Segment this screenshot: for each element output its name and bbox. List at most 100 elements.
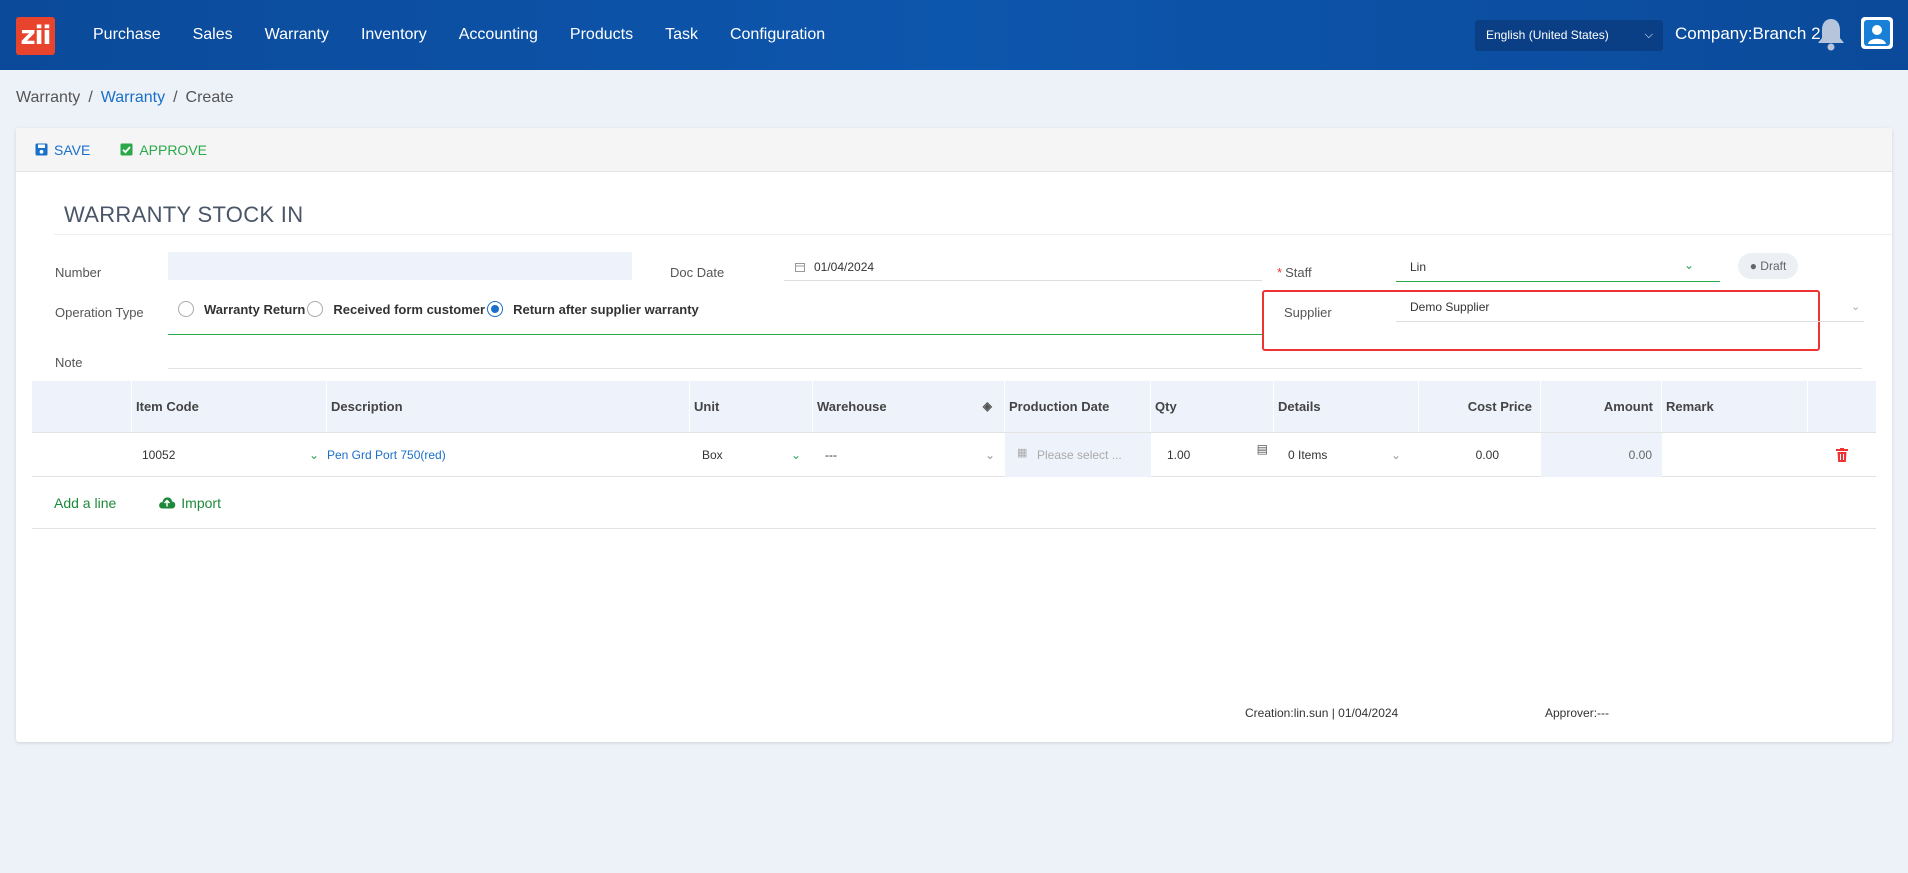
row-handle-cell: [32, 433, 132, 477]
radio-label: Warranty Return: [204, 301, 306, 317]
nav-item-task[interactable]: Task: [665, 26, 698, 44]
cost-price-cell[interactable]: 0.00: [1419, 433, 1541, 477]
bell-icon[interactable]: [1815, 16, 1847, 52]
top-navbar: zii Purchase Sales Warranty Inventory Ac…: [0, 0, 1908, 70]
chevron-down-icon[interactable]: ⌄: [309, 433, 319, 477]
unit-value: Box: [702, 447, 723, 462]
doc-date-label: Doc Date: [670, 265, 725, 280]
doc-date-underline: [784, 280, 1262, 281]
import-label: Import: [181, 494, 221, 511]
radio-label: Received form customer: [333, 301, 486, 317]
items-table: Item Code Description Unit Warehouse ◈ P…: [32, 381, 1876, 529]
chevron-down-icon[interactable]: ⌄: [985, 433, 995, 477]
radio-circle: [487, 301, 504, 317]
breadcrumb-root: Warranty: [16, 89, 81, 106]
approve-label: APPROVE: [139, 141, 208, 158]
item-code-cell[interactable]: 10052 ⌄: [132, 433, 327, 477]
save-button[interactable]: SAVE: [35, 142, 90, 158]
add-line-link[interactable]: Add a line: [54, 495, 116, 511]
creation-info: Creation:lin.sun | 01/04/2024: [1245, 706, 1399, 720]
note-label: Note: [55, 355, 83, 370]
breadcrumb-warranty-link[interactable]: Warranty: [101, 89, 165, 107]
chevron-down-icon[interactable]: ⌄: [1851, 300, 1860, 313]
delete-row-button[interactable]: [1808, 433, 1876, 477]
nav-item-configuration[interactable]: Configuration: [730, 26, 825, 44]
calendar-icon: [795, 263, 805, 272]
remark-cell[interactable]: [1662, 433, 1808, 477]
main-nav: Purchase Sales Warranty Inventory Accoun…: [93, 0, 857, 70]
calendar-icon: ▦: [1017, 446, 1028, 459]
calculator-icon[interactable]: ▤: [1257, 427, 1268, 471]
table-row: 10052 ⌄ Pen Grd Port 750(red) Box ⌄ --- …: [32, 432, 1876, 477]
radio-circle: [178, 301, 194, 317]
status-badge: ● Draft: [1738, 253, 1798, 279]
nav-item-purchase[interactable]: Purchase: [93, 26, 161, 44]
radio-received-form-customer[interactable]: Received form customer: [307, 301, 485, 317]
amount-cell: 0.00: [1541, 432, 1662, 477]
required-star: *: [1277, 265, 1283, 280]
details-cell[interactable]: 0 Items ⌄: [1274, 433, 1419, 477]
unit-cell[interactable]: Box ⌄: [690, 433, 813, 477]
col-header-warehouse-text: Warehouse: [817, 399, 887, 414]
production-date-placeholder: Please select ...: [1037, 447, 1122, 462]
approver-info: Approver:---: [1545, 706, 1610, 720]
radio-warranty-return[interactable]: Warranty Return: [178, 301, 305, 317]
title-divider: [54, 234, 1898, 235]
chevron-down-icon[interactable]: ⌄: [791, 433, 801, 477]
approve-button[interactable]: APPROVE: [120, 142, 207, 158]
cloud-upload-icon: [159, 497, 176, 509]
col-header-actions: [1808, 381, 1876, 432]
user-avatar-icon[interactable]: [1861, 17, 1893, 49]
doc-date-input[interactable]: 01/04/2024: [814, 260, 874, 274]
details-value: 0 Items: [1288, 447, 1328, 462]
page-title: WARRANTY STOCK IN: [64, 202, 304, 227]
number-input[interactable]: [168, 252, 632, 280]
language-select[interactable]: English (United States) ⌵: [1475, 20, 1663, 51]
breadcrumb: Warranty / Warranty / Create: [16, 89, 242, 107]
chevron-down-icon[interactable]: ⌄: [1684, 258, 1694, 272]
supplier-underline: [1396, 321, 1864, 322]
operation-type-underline: [168, 334, 1262, 335]
warehouse-cell[interactable]: --- ⌄: [813, 433, 1005, 477]
nav-item-inventory[interactable]: Inventory: [361, 26, 427, 44]
qty-cell[interactable]: 1.00 ▤: [1151, 433, 1274, 477]
supplier-select[interactable]: Demo Supplier: [1410, 300, 1489, 314]
nav-item-sales[interactable]: Sales: [193, 26, 233, 44]
col-header-warehouse: Warehouse ◈: [813, 381, 1005, 432]
nav-item-accounting[interactable]: Accounting: [459, 26, 538, 44]
radio-return-after-supplier-warranty[interactable]: Return after supplier warranty: [487, 301, 699, 317]
floppy-disk-icon: [35, 143, 48, 156]
chevron-down-icon[interactable]: ⌄: [1391, 433, 1401, 477]
production-date-cell[interactable]: ▦ Please select ...: [1005, 432, 1151, 477]
table-header: Item Code Description Unit Warehouse ◈ P…: [32, 381, 1876, 432]
warehouse-value: ---: [825, 447, 837, 462]
nav-item-products[interactable]: Products: [570, 26, 633, 44]
chevron-down-icon: ⌵: [1644, 29, 1653, 41]
col-header-amount: Amount: [1541, 381, 1662, 432]
fill-bucket-icon[interactable]: ◈: [983, 381, 992, 432]
radio-label: Return after supplier warranty: [513, 301, 699, 317]
number-label: Number: [55, 265, 102, 280]
operation-type-label: Operation Type: [55, 305, 144, 320]
app-logo[interactable]: zii: [16, 17, 55, 55]
col-header-production-date: Production Date: [1005, 381, 1151, 432]
note-input[interactable]: [168, 368, 1862, 369]
status-text: Draft: [1760, 259, 1787, 273]
breadcrumb-current: Create: [185, 89, 234, 106]
item-code-value: 10052: [142, 447, 176, 462]
qty-value: 1.00: [1167, 447, 1191, 462]
staff-label: * Staff: [1277, 265, 1312, 280]
import-button[interactable]: Import: [158, 495, 221, 511]
col-header-details: Details: [1274, 381, 1419, 432]
nav-item-warranty[interactable]: Warranty: [265, 26, 329, 44]
col-header-cost-price: Cost Price: [1419, 381, 1541, 432]
company-label[interactable]: Company:Branch 2: [1675, 24, 1821, 44]
description-cell[interactable]: Pen Grd Port 750(red): [327, 433, 690, 477]
language-value: English (United States): [1486, 28, 1609, 42]
staff-select[interactable]: Lin: [1410, 260, 1426, 274]
operation-type-radio-group: Warranty Return Received form customer R…: [178, 301, 699, 317]
col-header-item-code: Item Code: [132, 381, 327, 432]
col-header-blank: [32, 381, 132, 432]
radio-circle: [307, 301, 324, 317]
col-header-remark: Remark: [1662, 381, 1808, 432]
